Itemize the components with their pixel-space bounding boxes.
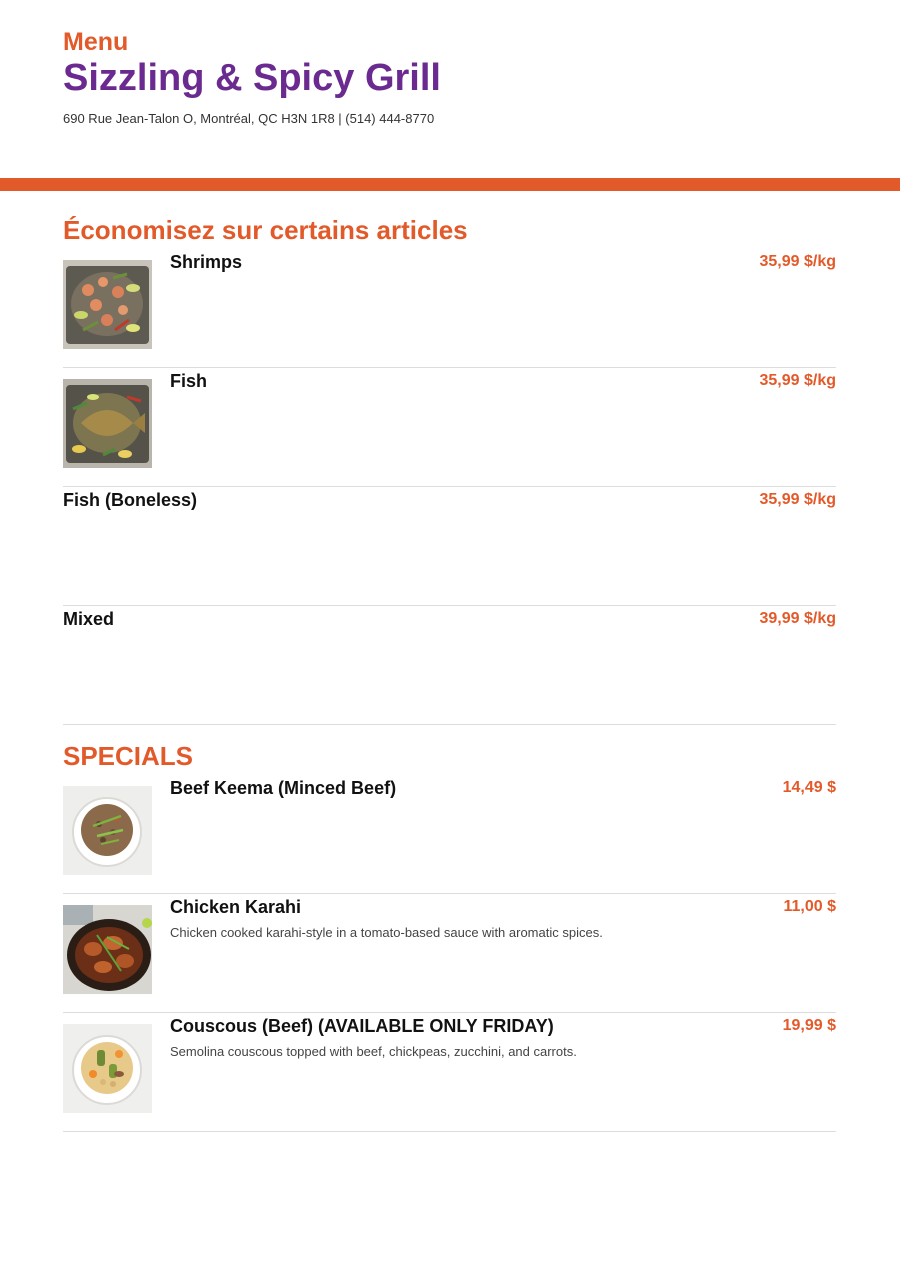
section-title: SPECIALS <box>63 741 194 771</box>
couscous-bowl-photo <box>63 1024 152 1113</box>
menu-item-body: Fish <box>170 368 736 391</box>
menu-item-description: Chicken cooked karahi-style in a tomato-… <box>170 925 603 940</box>
accent-divider-bar <box>0 178 900 191</box>
menu-item-price: 39,99 $/kg <box>759 610 837 627</box>
menu-section-savings: Économisez sur certains articles Shrimps… <box>63 211 836 725</box>
menu-header: Menu Sizzling & Spicy Grill 690 Rue Jean… <box>0 0 900 150</box>
shrimps-platter-photo <box>63 260 152 349</box>
menu-item-name: Shrimps <box>170 252 243 272</box>
menu-item-price: 35,99 $/kg <box>759 253 837 270</box>
menu-item-description: Semolina couscous topped with beef, chic… <box>170 1044 577 1059</box>
menu-item-body: Fish (Boneless) <box>63 487 736 510</box>
menu-item-price: 19,99 $ <box>782 1017 836 1034</box>
menu-item-body: Chicken Karahi Chicken cooked karahi-sty… <box>170 894 736 941</box>
menu-item-price: 35,99 $/kg <box>759 491 837 508</box>
menu-item-beef-keema[interactable]: Beef Keema (Minced Beef) 14,49 $ <box>63 775 836 894</box>
fish-platter-photo <box>63 379 152 468</box>
menu-item-fish-boneless[interactable]: Fish (Boneless) 35,99 $/kg <box>63 487 836 606</box>
menu-section-specials: SPECIALS Beef Keema (Minced Beef) 14,49 … <box>63 737 836 1132</box>
menu-item-name: Couscous (Beef) (AVAILABLE ONLY FRIDAY) <box>170 1016 554 1036</box>
restaurant-name: Sizzling & Spicy Grill <box>63 57 441 99</box>
menu-item-couscous-beef[interactable]: Couscous (Beef) (AVAILABLE ONLY FRIDAY) … <box>63 1013 836 1132</box>
menu-item-chicken-karahi[interactable]: Chicken Karahi Chicken cooked karahi-sty… <box>63 894 836 1013</box>
menu-item-mixed[interactable]: Mixed 39,99 $/kg <box>63 606 836 725</box>
beef-keema-bowl-photo <box>63 786 152 875</box>
menu-item-body: Mixed <box>63 606 736 629</box>
menu-item-price: 11,00 $ <box>783 898 837 915</box>
menu-item-name: Mixed <box>63 609 115 629</box>
restaurant-address: 690 Rue Jean-Talon O, Montréal, QC H3N 1… <box>63 111 435 126</box>
menu-item-shrimps[interactable]: Shrimps 35,99 $/kg <box>63 249 836 368</box>
menu-item-name: Chicken Karahi <box>170 897 302 917</box>
menu-item-name: Beef Keema (Minced Beef) <box>170 778 397 798</box>
menu-item-body: Beef Keema (Minced Beef) <box>170 775 736 798</box>
menu-item-name: Fish <box>170 371 208 391</box>
menu-item-price: 35,99 $/kg <box>759 372 837 389</box>
menu-item-body: Shrimps <box>170 249 736 272</box>
chicken-karahi-pan-photo <box>63 905 152 994</box>
section-title: Économisez sur certains articles <box>63 215 468 245</box>
menu-item-price: 14,49 $ <box>782 779 836 796</box>
menu-content: Économisez sur certains articles Shrimps… <box>63 211 836 1132</box>
menu-item-body: Couscous (Beef) (AVAILABLE ONLY FRIDAY) … <box>170 1013 736 1060</box>
menu-item-fish[interactable]: Fish 35,99 $/kg <box>63 368 836 487</box>
menu-label: Menu <box>63 28 129 56</box>
menu-item-name: Fish (Boneless) <box>63 490 198 510</box>
